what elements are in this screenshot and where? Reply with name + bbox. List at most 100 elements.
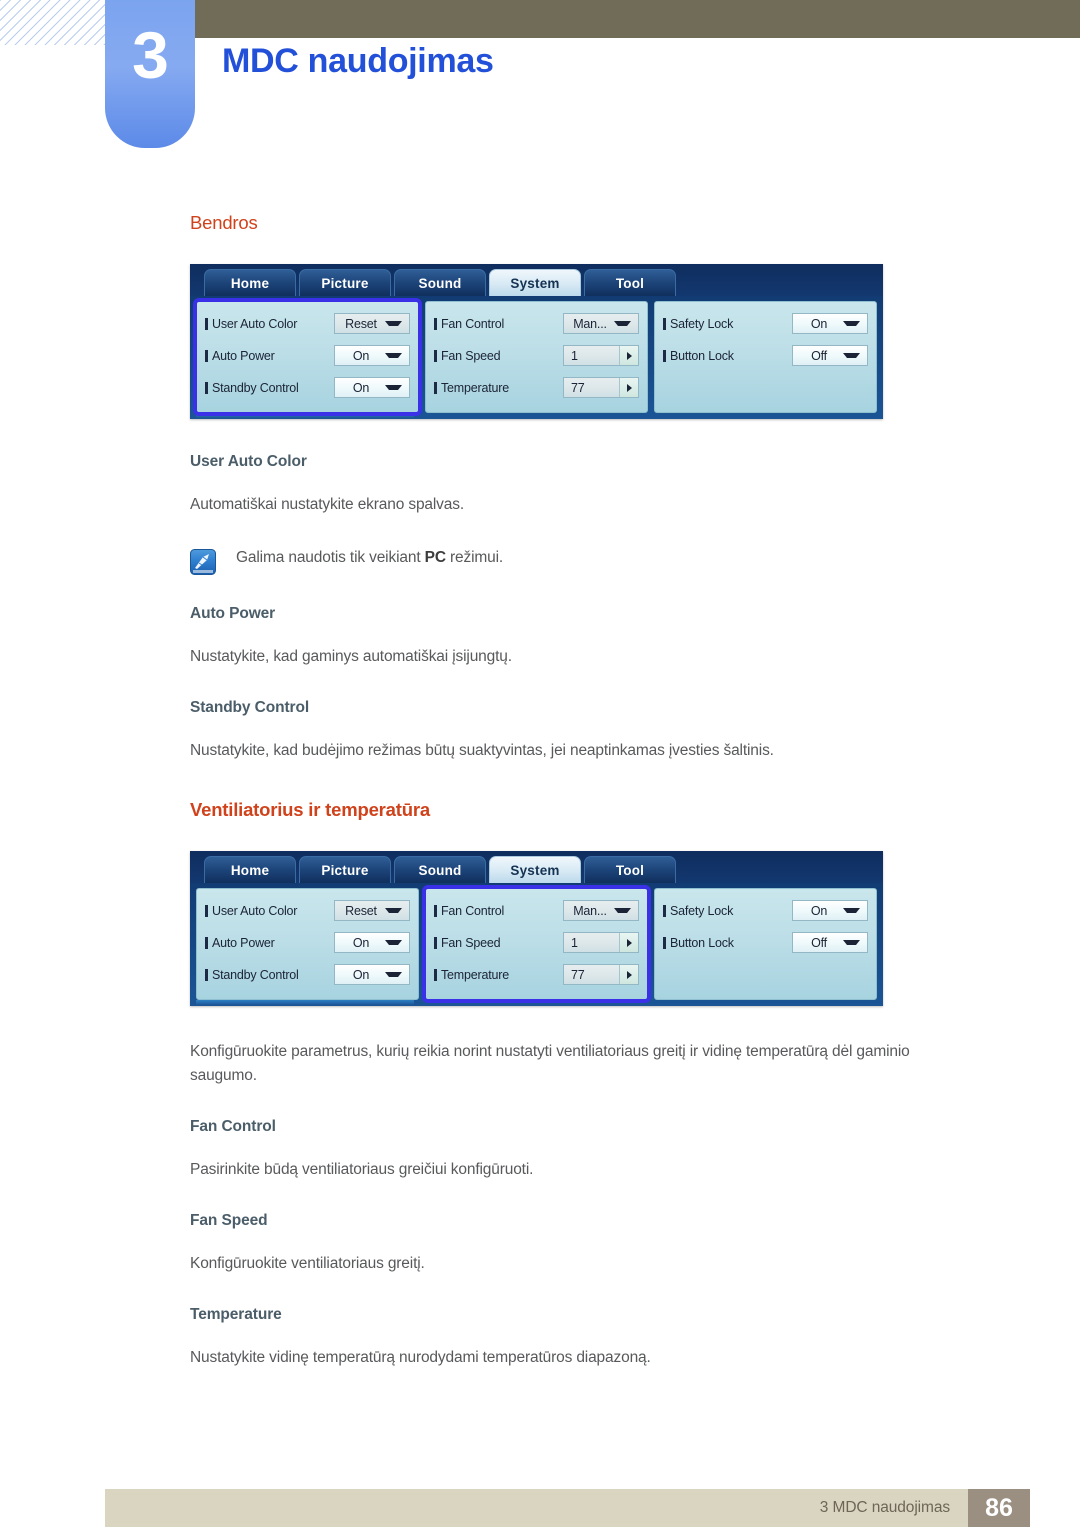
chevron-down-icon: [385, 385, 402, 390]
spinner-increment-button[interactable]: [619, 965, 638, 985]
section-heading-general: Bendros: [190, 212, 258, 233]
mdc-spinner-fan-speed[interactable]: 1: [563, 932, 639, 954]
chevron-down-icon: [385, 908, 402, 914]
chevron-down-icon: [385, 940, 402, 946]
bullet-tick-icon: [205, 381, 208, 394]
mdc-tab-sound[interactable]: Sound: [394, 856, 486, 884]
spinner-increment-button[interactable]: [619, 346, 638, 365]
mdc-panel-body: User Auto Color Reset Auto Power On Stan…: [190, 296, 883, 419]
chevron-down-icon: [843, 353, 860, 358]
mdc-value-temperature: 77: [571, 380, 585, 395]
mdc-spinner-temperature[interactable]: 77: [563, 377, 639, 398]
mdc-dropdown-auto-power[interactable]: On: [334, 345, 410, 366]
subheading-standby-control: Standby Control: [190, 699, 310, 717]
bullet-tick-icon: [663, 349, 666, 362]
mdc-value-temperature: 77: [571, 967, 585, 982]
bullet-tick-icon: [434, 936, 437, 949]
note-text-pc-mode: Galima naudotis tik veikiant PC režimui.: [236, 547, 503, 569]
mdc-dropdown-safety-lock[interactable]: On: [792, 313, 868, 334]
mdc-value-safety-lock: On: [810, 903, 828, 918]
mdc-dropdown-safety-lock[interactable]: On: [792, 900, 868, 922]
section-heading-fan: Ventiliatorius ir temperatūra: [190, 799, 430, 821]
mdc-tab-system[interactable]: System: [489, 856, 581, 884]
mdc-row-safety-lock: Safety Lock On: [663, 311, 868, 336]
mdc-panel-body: User Auto Color Reset Auto Power On Stan…: [190, 883, 883, 1007]
body-user-auto-color: Automatiškai nustatykite ekrano spalvas.: [190, 496, 464, 513]
mdc-row-temperature: Temperature 77: [434, 962, 639, 987]
chevron-down-icon: [843, 321, 860, 326]
mdc-dropdown-user-auto-color[interactable]: Reset: [334, 313, 410, 334]
bullet-tick-icon: [434, 381, 437, 394]
mdc-tab-tool[interactable]: Tool: [584, 269, 676, 296]
mdc-row-fan-control: Fan Control Man...: [434, 311, 639, 336]
mdc-value-button-lock: Off: [811, 935, 827, 950]
mdc-spinner-fan-speed[interactable]: 1: [563, 345, 639, 366]
mdc-label-fan-speed: Fan Speed: [441, 348, 501, 363]
mdc-label-user-auto-color: User Auto Color: [212, 316, 298, 331]
mdc-row-user-auto-color: User Auto Color Reset: [205, 898, 410, 923]
note-prefix: Galima naudotis tik veikiant: [236, 549, 425, 567]
chevron-down-icon: [385, 321, 402, 326]
mdc-label-auto-power: Auto Power: [212, 348, 275, 363]
body-standby-control: Nustatykite, kad budėjimo režimas būtų s…: [190, 742, 774, 760]
mdc-label-button-lock: Button Lock: [670, 935, 734, 950]
mdc-dropdown-fan-control[interactable]: Man...: [563, 900, 639, 922]
chapter-tab: 3: [105, 0, 195, 148]
mdc-value-standby-control: On: [352, 967, 370, 982]
mdc-row-safety-lock: Safety Lock On: [663, 898, 868, 923]
mdc-tab-tool[interactable]: Tool: [584, 856, 676, 884]
mdc-value-auto-power: On: [352, 935, 370, 950]
mdc-value-user-auto-color: Reset: [345, 903, 377, 918]
mdc-tab-system[interactable]: System: [489, 269, 581, 296]
mdc-dropdown-auto-power[interactable]: On: [334, 932, 410, 954]
bullet-tick-icon: [434, 349, 437, 362]
mdc-tab-sound[interactable]: Sound: [394, 269, 486, 296]
mdc-row-standby-control: Standby Control On: [205, 375, 410, 400]
footer-chapter-label: 3 MDC naudojimas: [819, 1499, 950, 1516]
bullet-tick-icon: [205, 349, 208, 362]
mdc-tab-home[interactable]: Home: [204, 856, 296, 884]
bullet-tick-icon: [205, 317, 208, 330]
mdc-tab-home[interactable]: Home: [204, 269, 296, 296]
chevron-right-icon: [626, 970, 632, 979]
mdc-row-auto-power: Auto Power On: [205, 930, 410, 955]
mdc-dropdown-standby-control[interactable]: On: [334, 964, 410, 986]
mdc-dropdown-user-auto-color[interactable]: Reset: [334, 900, 410, 922]
note-pen-icon: [190, 549, 216, 576]
mdc-tab-picture[interactable]: Picture: [299, 856, 391, 884]
mdc-row-auto-power: Auto Power On: [205, 343, 410, 368]
chevron-right-icon: [626, 351, 632, 360]
bullet-tick-icon: [205, 904, 208, 917]
note-block-pc-mode: Galima naudotis tik veikiant PC režimui.: [190, 547, 990, 576]
subheading-fan-speed: Fan Speed: [190, 1212, 268, 1230]
mdc-label-safety-lock: Safety Lock: [670, 316, 734, 331]
mdc-row-button-lock: Button Lock Off: [663, 930, 868, 955]
bullet-tick-icon: [663, 936, 666, 949]
spinner-increment-button[interactable]: [619, 378, 638, 397]
mdc-dropdown-standby-control[interactable]: On: [334, 377, 410, 398]
mdc-label-button-lock: Button Lock: [670, 348, 734, 363]
mdc-group-fan-temperature: Fan Control Man... Fan Speed 1 Temperatu…: [422, 885, 651, 1004]
body-fan-speed: Konfigūruokite ventiliatoriaus greitį.: [190, 1255, 425, 1273]
mdc-label-temperature: Temperature: [441, 380, 509, 395]
body-auto-power: Nustatykite, kad gaminys automatiškai įs…: [190, 648, 512, 666]
mdc-spinner-temperature[interactable]: 77: [563, 964, 639, 986]
chevron-down-icon: [843, 940, 860, 946]
bullet-tick-icon: [434, 317, 437, 330]
mdc-dropdown-button-lock[interactable]: Off: [792, 345, 868, 366]
chevron-down-icon: [843, 908, 860, 914]
mdc-dropdown-fan-control[interactable]: Man...: [563, 313, 639, 334]
mdc-row-standby-control: Standby Control On: [205, 962, 410, 987]
footer-bar: 3 MDC naudojimas: [105, 1489, 1030, 1527]
mdc-row-fan-speed: Fan Speed 1: [434, 930, 639, 955]
chevron-down-icon: [385, 972, 402, 978]
mdc-tab-picture[interactable]: Picture: [299, 269, 391, 296]
bullet-tick-icon: [205, 968, 208, 981]
mdc-window-general[interactable]: Home Picture Sound System Tool User Auto…: [190, 264, 883, 419]
mdc-label-fan-control: Fan Control: [441, 316, 505, 331]
mdc-window-fan[interactable]: Home Picture Sound System Tool User Auto…: [190, 851, 883, 1007]
spinner-increment-button[interactable]: [619, 933, 638, 953]
hatch-pattern-decoration: [0, 0, 105, 45]
body-fan-control: Pasirinkite būdą ventiliatoriaus greičiu…: [190, 1161, 534, 1179]
mdc-dropdown-button-lock[interactable]: Off: [792, 932, 868, 954]
